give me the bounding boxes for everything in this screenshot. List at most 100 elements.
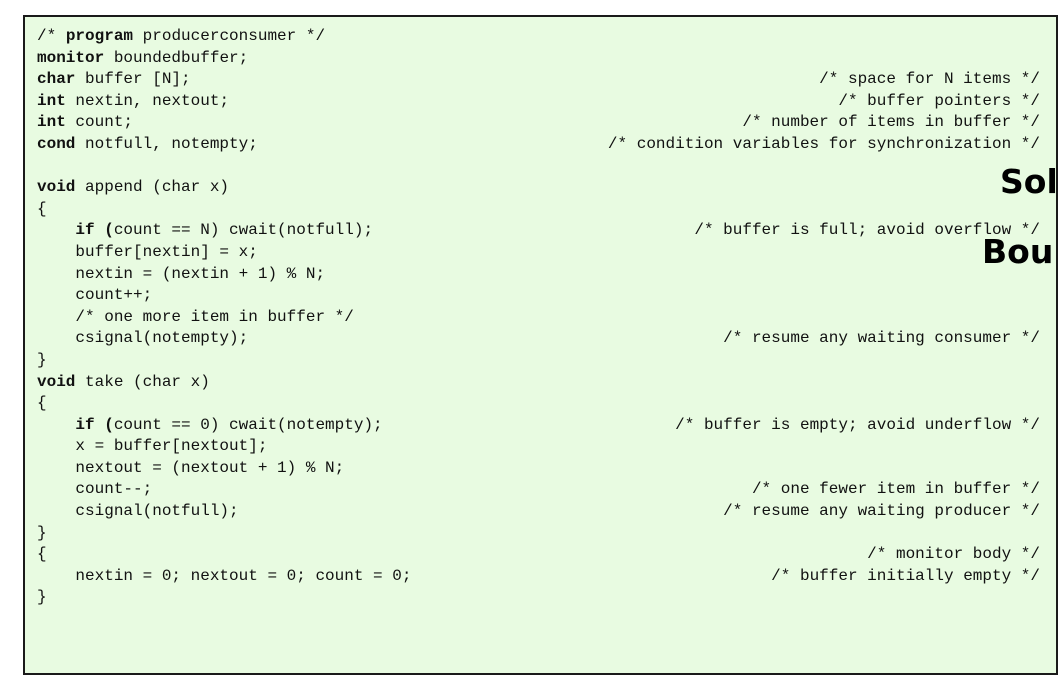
code-line: { (37, 393, 1057, 415)
code-statement: csignal(notfull); (75, 502, 239, 521)
code-statement: x = buffer[nextout]; (75, 437, 268, 456)
code-comment: /* resume any waiting consumer */ (723, 329, 1040, 348)
code-comment: /* monitor body */ (867, 545, 1040, 564)
code-statement: notfull, notempty; (75, 134, 258, 153)
code-text: buffer[nextin] = x; (37, 242, 258, 261)
code-line: int count; /* number of items in buffer *… (37, 112, 1057, 134)
code-statement: count++; (75, 286, 153, 305)
code-statement: nextin = 0; nextout = 0; count = 0; (75, 566, 412, 585)
code-statement: buffer[nextin] = x; (75, 242, 258, 261)
code-listing: /* program producerconsumer */ monitor bo… (37, 26, 1057, 609)
code-text: csignal(notempty); (37, 329, 248, 347)
code-text: { (37, 394, 47, 412)
code-text: } (37, 351, 47, 369)
code-text: { (37, 545, 47, 563)
code-line: /* program producerconsumer */ (37, 26, 1057, 48)
slide-title-line-1: Sol (1000, 162, 1058, 201)
code-statement: /* one more item in buffer */ (75, 307, 354, 326)
code-text: nextin = (nextin + 1) % N; (37, 265, 325, 283)
code-comment: /* condition variables for synchronizati… (607, 134, 1040, 153)
slide-title-line-2: Bou (982, 232, 1054, 271)
code-line: } (37, 350, 1057, 372)
code-text: nextout = (nextout + 1) % N; (37, 459, 344, 477)
code-line: count--; /* one fewer item in buffer */ (37, 479, 1057, 501)
code-statement: nextout = (nextout + 1) % N; (75, 458, 345, 477)
code-line: if (count == 0) cwait(notempty); /* buffe… (37, 415, 1057, 437)
code-comment: /* buffer pointers */ (838, 91, 1040, 110)
code-text: monitor boundedbuffer; (37, 49, 248, 67)
code-statement: { (37, 199, 47, 218)
code-statement: { (37, 545, 47, 564)
code-comment: /* one fewer item in buffer */ (751, 480, 1040, 499)
code-statement: count == 0) cwait(notempty); (113, 415, 383, 434)
code-keyword: void (37, 178, 76, 197)
code-statement: { (37, 394, 47, 413)
code-statement: append (char x) (75, 178, 230, 197)
code-statement: csignal(notempty); (75, 329, 249, 348)
code-statement: buffer [N]; (75, 70, 191, 89)
code-comment: /* buffer initially empty */ (771, 566, 1040, 585)
code-line: { (37, 199, 1057, 221)
code-keyword: int (37, 91, 66, 110)
code-text: { (37, 200, 47, 218)
code-line: { /* monitor body */ (37, 544, 1057, 566)
code-line: } (37, 587, 1057, 609)
code-statement: nextin = (nextin + 1) % N; (75, 264, 326, 283)
code-keyword: int (37, 113, 66, 132)
code-keyword: cond (37, 134, 76, 153)
code-text: /* one more item in buffer */ (37, 307, 354, 326)
code-comment: /* buffer is empty; avoid underflow */ (675, 415, 1040, 434)
code-comment: /* space for N items */ (819, 70, 1040, 89)
code-line: x = buffer[nextout]; (37, 436, 1057, 458)
code-statement: count; (65, 113, 134, 132)
code-statement: count == N) cwait(notfull); (113, 221, 374, 240)
code-comment: /* number of items in buffer */ (742, 113, 1040, 132)
code-line: /* one more item in buffer */ (37, 307, 1057, 329)
code-text: count--; (37, 480, 152, 498)
code-line: void append (char x) (37, 177, 1057, 199)
code-line: nextin = 0; nextout = 0; count = 0; /* bu… (37, 566, 1057, 588)
code-keyword: program (65, 27, 134, 45)
code-line: csignal(notfull); /* resume any waiting p… (37, 501, 1057, 523)
code-line: nextout = (nextout + 1) % N; (37, 458, 1057, 480)
code-text: nextin = 0; nextout = 0; count = 0; (37, 567, 411, 585)
code-statement: boundedbuffer; (104, 48, 249, 67)
code-line: count++; (37, 285, 1057, 307)
code-line: csignal(notempty); /* resume any waiting … (37, 328, 1057, 350)
code-listing-panel: /* program producerconsumer */ monitor bo… (23, 15, 1058, 675)
code-text: char buffer [N]; (37, 70, 191, 88)
code-keyword: monitor (37, 48, 105, 67)
code-text: if (count == N) cwait(notfull); (37, 221, 373, 239)
code-statement: producerconsumer */ (133, 27, 326, 45)
code-line: } (37, 523, 1057, 545)
code-statement: count--; (75, 480, 153, 499)
code-line: nextin = (nextin + 1) % N; (37, 264, 1057, 286)
code-line: buffer[nextin] = x; (37, 242, 1057, 264)
code-statement: take (char x) (75, 372, 210, 391)
code-text: csignal(notfull); (37, 502, 239, 521)
code-line: int nextin, nextout; /* buffer pointers *… (37, 91, 1057, 113)
code-text: } (37, 588, 47, 606)
code-line: cond notfull, notempty; /* condition vari… (37, 134, 1057, 156)
code-text: } (37, 524, 47, 542)
code-text: /* program producerconsumer */ (37, 27, 325, 45)
code-statement: } (37, 588, 47, 607)
code-text: int nextin, nextout; (37, 92, 229, 110)
code-keyword: void (37, 372, 76, 391)
code-text: int count; (37, 113, 133, 131)
code-statement: nextin, nextout; (65, 91, 230, 110)
code-text: void append (char x) (37, 178, 229, 196)
code-line: monitor boundedbuffer; (37, 48, 1057, 70)
